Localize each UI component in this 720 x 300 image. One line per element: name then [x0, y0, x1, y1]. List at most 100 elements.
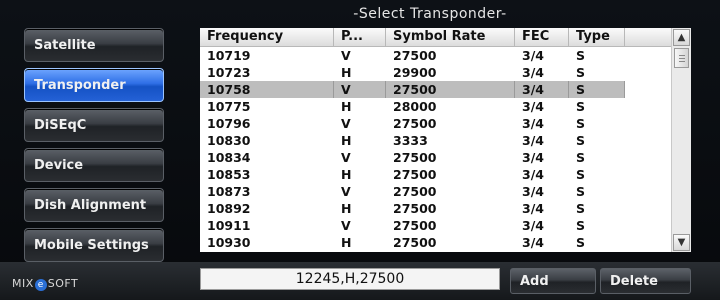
cell-polarization: H	[341, 235, 352, 250]
cell-frequency: 10723	[207, 65, 251, 80]
cell-polarization: V	[341, 184, 351, 199]
cell-polarization: V	[341, 116, 351, 131]
brand-logo: MIX e SOFT	[12, 277, 78, 291]
cell-type: S	[576, 184, 586, 199]
cell-symbol-rate: 27500	[393, 150, 437, 165]
sidebar-item-device[interactable]: Device	[24, 148, 164, 182]
cell-symbol-rate: 27500	[393, 167, 437, 182]
cell-type: S	[576, 167, 586, 182]
cell-fec: 3/4	[522, 235, 544, 250]
cell-frequency: 10873	[207, 184, 251, 199]
cell-polarization: H	[341, 133, 352, 148]
cell-type: S	[576, 150, 586, 165]
cell-fec: 3/4	[522, 65, 544, 80]
cell-frequency: 10930	[207, 235, 251, 250]
cell-symbol-rate: 27500	[393, 218, 437, 233]
sidebar-item-transponder[interactable]: Transponder	[24, 68, 164, 102]
cell-symbol-rate: 27500	[386, 81, 515, 98]
column-header-type[interactable]: Type	[569, 28, 625, 46]
cell-symbol-rate: 29900	[393, 65, 437, 80]
cell-fec: 3/4	[522, 48, 544, 63]
column-header-frequency[interactable]: Frequency	[200, 28, 334, 46]
cell-type: S	[576, 65, 586, 80]
table-body: 10719 V 27500 3/4 S 10723 H 29900 3/4 S 10758 V 27…	[200, 47, 671, 251]
cell-symbol-rate: 27500	[393, 116, 437, 131]
cell-fec: 3/4	[522, 133, 544, 148]
table-row[interactable]: 10775 H 28000 3/4 S	[200, 98, 625, 115]
table-row[interactable]: 10719 V 27500 3/4 S	[200, 47, 625, 64]
table-row-selected[interactable]: 10758 V 27500 3/4 S	[200, 81, 625, 98]
table-row[interactable]: 10911 V 27500 3/4 S	[200, 217, 625, 234]
add-button[interactable]: Add	[510, 268, 596, 294]
cell-symbol-rate: 3333	[393, 133, 428, 148]
cell-frequency: 10758	[200, 81, 334, 98]
cell-symbol-rate: 27500	[393, 184, 437, 199]
cell-symbol-rate: 27500	[393, 201, 437, 216]
cell-fec: 3/4	[522, 167, 544, 182]
table-row[interactable]: 10796 V 27500 3/4 S	[200, 115, 625, 132]
column-header-fec[interactable]: FEC	[515, 28, 569, 46]
cell-type: S	[576, 99, 586, 114]
cell-type: S	[576, 235, 586, 250]
scroll-up-icon[interactable]: ▲	[673, 29, 690, 46]
table-row[interactable]: 10853 H 27500 3/4 S	[200, 166, 625, 183]
cell-polarization: H	[341, 65, 352, 80]
cell-symbol-rate: 27500	[393, 48, 437, 63]
cell-fec: 3/4	[522, 201, 544, 216]
cell-symbol-rate: 28000	[393, 99, 437, 114]
cell-polarization: H	[341, 201, 352, 216]
scroll-thumb[interactable]	[674, 48, 689, 68]
brand-mark: e	[34, 279, 47, 291]
scroll-down-icon[interactable]: ▼	[673, 234, 690, 251]
table-row[interactable]: 10892 H 27500 3/4 S	[200, 200, 625, 217]
cell-type: S	[576, 218, 586, 233]
sidebar-item-mobile-settings[interactable]: Mobile Settings	[24, 228, 164, 262]
brand-suffix: SOFT	[47, 277, 79, 290]
table-row[interactable]: 10834 V 27500 3/4 S	[200, 149, 625, 166]
cell-polarization: H	[341, 167, 352, 182]
cell-fec: 3/4	[522, 99, 544, 114]
cell-fec: 3/4	[522, 184, 544, 199]
cell-frequency: 10911	[207, 218, 251, 233]
brand-prefix: MIX	[12, 277, 34, 290]
sidebar-item-satellite[interactable]: Satellite	[24, 28, 164, 62]
cell-symbol-rate: 27500	[393, 235, 437, 250]
cell-frequency: 10796	[207, 116, 251, 131]
cell-frequency: 10775	[207, 99, 251, 114]
column-header-symbol-rate[interactable]: Symbol Rate	[386, 28, 515, 46]
cell-frequency: 10892	[207, 201, 251, 216]
cell-fec: 3/4	[522, 116, 544, 131]
cell-type: S	[569, 81, 625, 98]
sidebar-item-dish-alignment[interactable]: Dish Alignment	[24, 188, 164, 222]
cell-polarization: V	[341, 48, 351, 63]
grip-line	[679, 58, 685, 59]
grip-line	[679, 61, 685, 62]
cell-frequency: 10834	[207, 150, 251, 165]
grip-line	[679, 55, 685, 56]
cell-type: S	[576, 201, 586, 216]
transponder-input[interactable]: 12245,H,27500	[200, 268, 500, 290]
table-row[interactable]: 10930 H 27500 3/4 S	[200, 234, 625, 251]
cell-type: S	[576, 133, 586, 148]
cell-frequency: 10830	[207, 133, 251, 148]
cell-frequency: 10853	[207, 167, 251, 182]
cell-polarization: H	[341, 99, 352, 114]
table-row[interactable]: 10830 H 3333 3/4 S	[200, 132, 625, 149]
cell-fec: 3/4	[515, 81, 569, 98]
cell-polarization: V	[341, 218, 351, 233]
table-header: Frequency P... Symbol Rate FEC Type	[200, 28, 671, 47]
table-row[interactable]: 10873 V 27500 3/4 S	[200, 183, 625, 200]
column-header-polarization[interactable]: P...	[334, 28, 386, 46]
app-screen: -Select Transponder- Satellite Transpond…	[0, 0, 720, 300]
cell-polarization: V	[341, 150, 351, 165]
cell-type: S	[576, 116, 586, 131]
page-title: -Select Transponder-	[353, 6, 507, 22]
cell-polarization: V	[334, 81, 386, 98]
cell-fec: 3/4	[522, 150, 544, 165]
cell-frequency: 10719	[207, 48, 251, 63]
delete-button[interactable]: Delete	[600, 268, 691, 294]
cell-fec: 3/4	[522, 218, 544, 233]
sidebar-item-diseqc[interactable]: DiSEqC	[24, 108, 164, 142]
table-row[interactable]: 10723 H 29900 3/4 S	[200, 64, 625, 81]
vertical-scrollbar[interactable]: ▲ ▼	[671, 28, 691, 252]
